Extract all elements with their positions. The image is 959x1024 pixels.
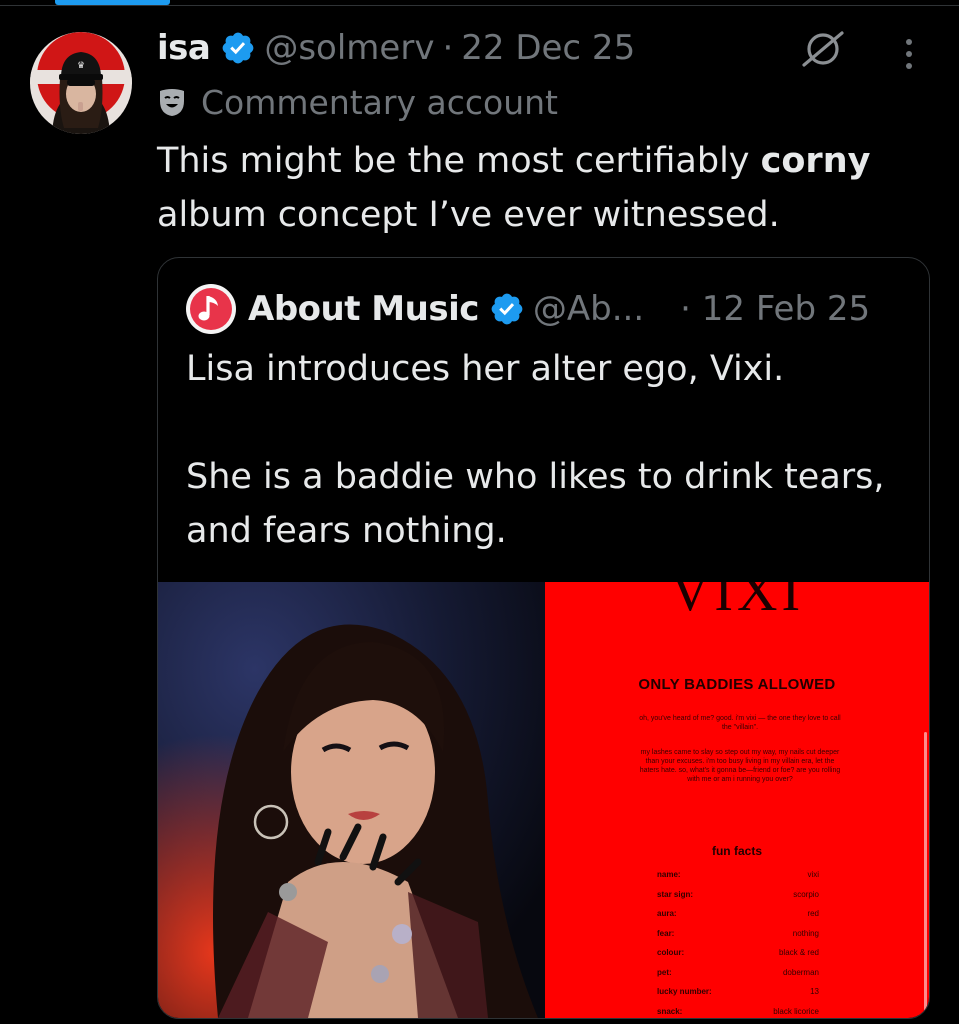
verified-badge-icon[interactable] xyxy=(489,291,525,327)
fun-facts-heading: fun facts xyxy=(711,844,762,858)
fact-key: name: xyxy=(657,870,681,879)
quote-date[interactable]: · 12 Feb 25 xyxy=(680,289,870,329)
tweet-date[interactable]: 22 Dec 25 xyxy=(461,28,635,68)
fact-row: snack: black licorice xyxy=(657,1007,819,1019)
quote-text: Lisa introduces her alter ego, Vixi. She… xyxy=(186,342,906,558)
separator: · xyxy=(442,28,454,68)
fact-row: aura: red xyxy=(657,909,819,929)
fact-key: pet: xyxy=(657,967,672,977)
card-paragraph: oh, you've heard of me? good. i'm vixi —… xyxy=(639,715,841,731)
grok-icon[interactable] xyxy=(800,30,846,68)
divider xyxy=(0,5,959,6)
tweet-text-part: album concept I’ve ever witnessed. xyxy=(157,195,780,235)
card-title: VIXI xyxy=(669,582,805,623)
fact-row: lucky number: 13 xyxy=(657,987,819,1007)
fact-value: red xyxy=(807,909,819,918)
account-label-text: Commentary account xyxy=(201,82,558,122)
quoted-tweet[interactable]: About Music @Ab... · 12 Feb 25 Lisa intr… xyxy=(157,257,930,1019)
theater-mask-icon xyxy=(160,89,184,116)
scrollbar[interactable] xyxy=(924,732,927,1012)
tweet-text-part: This might be the most certifiably xyxy=(157,141,761,181)
quote-media[interactable]: VIXI ONLY BADDIES ALLOWED oh, you've hea… xyxy=(158,582,929,1018)
fact-row: pet: doberman xyxy=(657,968,819,988)
tweet-text: This might be the most certifiably corny… xyxy=(157,134,937,242)
fact-row: name: vixi xyxy=(657,870,819,890)
fact-value: doberman xyxy=(782,967,819,977)
music-note-icon[interactable] xyxy=(186,284,236,334)
fact-value: black licorice xyxy=(773,1006,819,1016)
media-card[interactable]: VIXI ONLY BADDIES ALLOWED oh, you've hea… xyxy=(545,582,929,1018)
svg-text:♛: ♛ xyxy=(77,61,85,71)
fact-row: fear: nothing xyxy=(657,929,819,949)
fact-key: snack: xyxy=(657,1006,683,1016)
author-name[interactable]: isa xyxy=(157,28,211,68)
fact-value: scorpio xyxy=(793,889,819,899)
fact-value: 13 xyxy=(810,987,819,996)
avatar[interactable]: ♛ xyxy=(30,32,132,134)
fact-key: fear: xyxy=(657,928,675,938)
quote-header: About Music @Ab... · 12 Feb 25 xyxy=(186,284,870,334)
verified-badge-icon[interactable] xyxy=(220,30,256,66)
fact-value: black & red xyxy=(778,948,819,957)
quote-author-name[interactable]: About Music xyxy=(248,289,479,329)
quote-author-handle[interactable]: @Ab... xyxy=(533,289,644,329)
fact-row: star sign: scorpio xyxy=(657,890,819,910)
account-label[interactable]: Commentary account xyxy=(157,80,558,124)
quote-paragraph: She is a baddie who likes to drink tears… xyxy=(186,457,885,551)
fact-key: star sign: xyxy=(657,889,694,899)
fact-value: vixi xyxy=(807,870,819,879)
tweet-text-bold: corny xyxy=(760,141,871,181)
author-handle[interactable]: @solmerv xyxy=(264,28,434,68)
more-vertical-icon[interactable] xyxy=(898,36,920,72)
card-paragraph: my lashes came to slay so step out my wa… xyxy=(639,749,841,783)
fact-key: colour: xyxy=(657,948,685,957)
media-photo[interactable] xyxy=(158,582,545,1018)
tweet-header: isa @solmerv · 22 Dec 25 xyxy=(157,24,635,72)
card-heading: ONLY BADDIES ALLOWED xyxy=(638,676,836,693)
fact-key: lucky number: xyxy=(657,987,712,996)
fact-key: aura: xyxy=(657,909,677,918)
fact-value: nothing xyxy=(792,928,819,938)
fact-row: colour: black & red xyxy=(657,948,819,968)
fun-facts-list: name: vixi star sign: scorpio aura: red fea… xyxy=(657,870,819,1018)
quote-paragraph: Lisa introduces her alter ego, Vixi. xyxy=(186,349,785,389)
